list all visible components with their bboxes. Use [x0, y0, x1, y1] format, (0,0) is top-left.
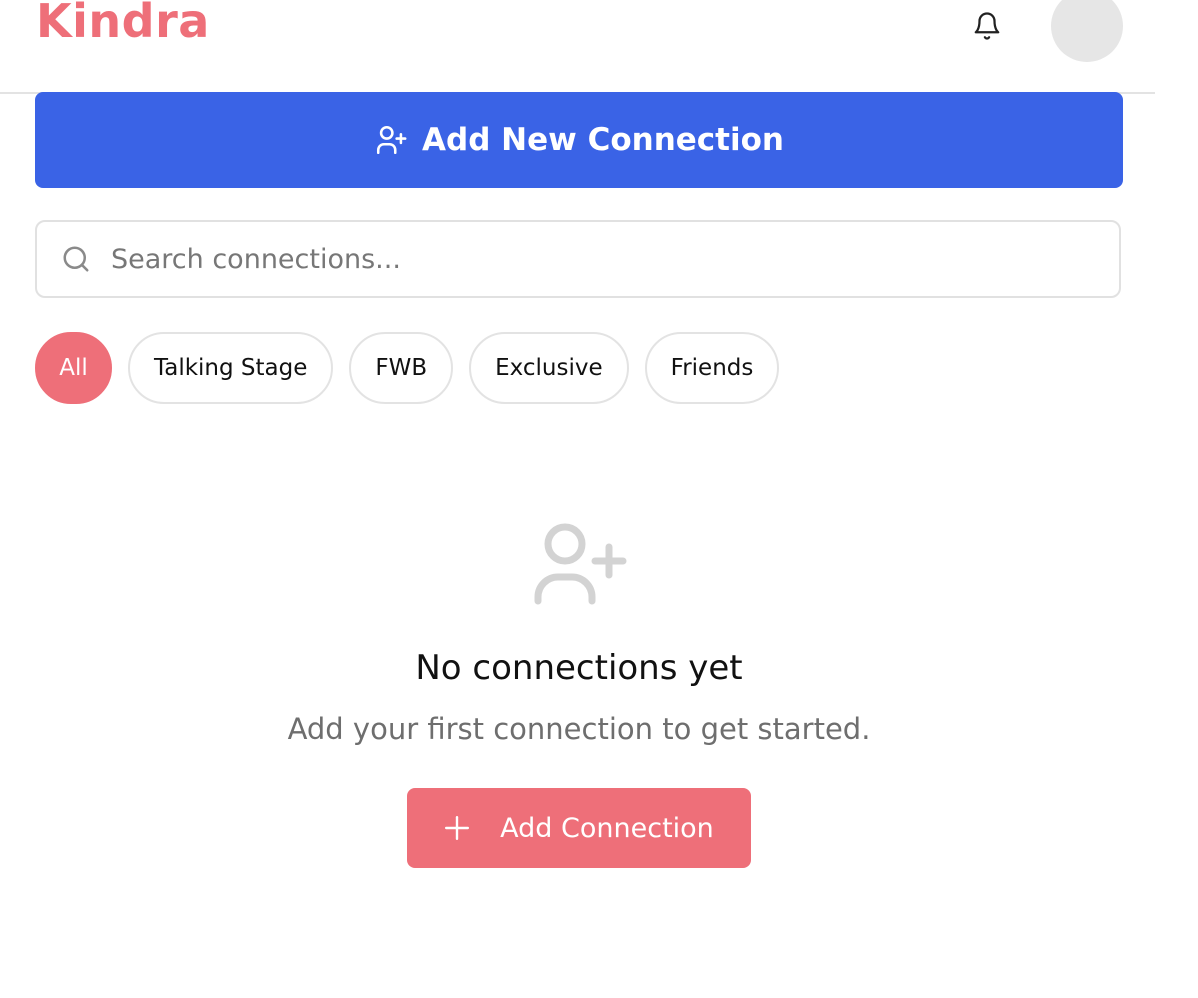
add-new-connection-label: Add New Connection	[422, 122, 784, 158]
search-box[interactable]	[35, 220, 1121, 298]
add-new-connection-button[interactable]: Add New Connection	[35, 92, 1123, 188]
filter-chip-friends[interactable]: Friends	[644, 332, 780, 404]
user-plus-icon	[376, 125, 407, 155]
search-input[interactable]	[109, 233, 1063, 285]
bell-icon	[974, 12, 1000, 40]
filter-chip-exclusive[interactable]: Exclusive	[469, 332, 629, 404]
add-connection-label: Add Connection	[500, 812, 714, 844]
empty-state-user-plus-icon	[530, 520, 630, 610]
empty-state-title: No connections yet	[415, 648, 743, 688]
notifications-button[interactable]	[968, 7, 1006, 45]
plus-icon	[445, 815, 470, 841]
empty-state-subtitle: Add your first connection to get started…	[287, 712, 871, 746]
filter-chips: All Talking Stage FWB Exclusive Friends	[35, 332, 780, 404]
avatar[interactable]	[1051, 0, 1123, 62]
filter-chip-all[interactable]: All	[35, 332, 112, 404]
filter-chip-talking-stage[interactable]: Talking Stage	[128, 332, 334, 404]
add-connection-button[interactable]: Add Connection	[407, 788, 751, 868]
app-logo[interactable]: Kindra	[36, 0, 210, 48]
filter-chip-fwb[interactable]: FWB	[349, 332, 454, 404]
search-icon	[61, 244, 91, 274]
connections-page: Kindra Add New Connection All Talki	[0, 0, 1198, 998]
top-header: Kindra	[0, 0, 1155, 94]
